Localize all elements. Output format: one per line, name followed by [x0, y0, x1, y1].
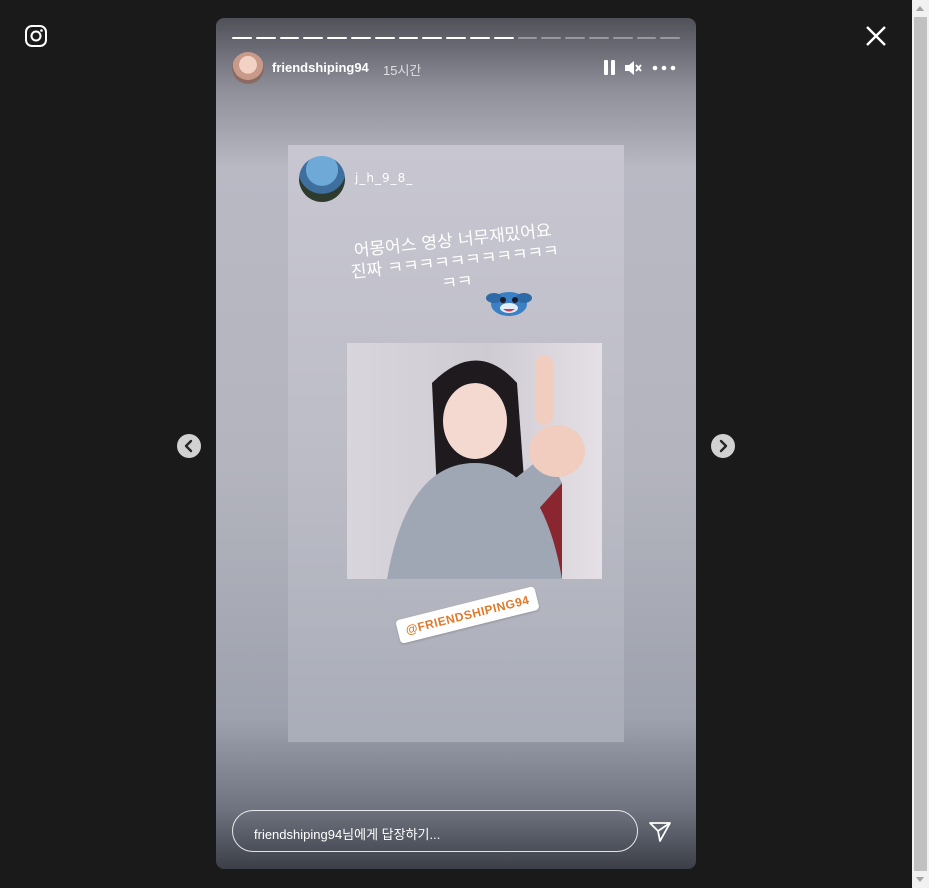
- progress-segment: [517, 37, 538, 39]
- progress-segment: [636, 37, 657, 39]
- pause-icon[interactable]: [602, 58, 618, 78]
- previous-story-button[interactable]: [177, 434, 201, 458]
- progress-segment: [374, 37, 395, 39]
- shared-post-caption: 어몽어스 영상 너무재밌어요 진짜 ㅋㅋㅋㅋㅋㅋㅋㅋㅋㅋㅋ ㅋㅋ: [337, 219, 572, 306]
- progress-segment: [327, 37, 347, 39]
- stitch-sticker-icon: [486, 292, 532, 316]
- progress-segment: [612, 37, 633, 39]
- more-icon[interactable]: [650, 58, 678, 78]
- progress-segment: [279, 37, 300, 39]
- shared-post-card[interactable]: j_h_9_8_ 어몽어스 영상 너무재밌어요 진짜 ㅋㅋㅋㅋㅋㅋㅋㅋㅋㅋㅋ ㅋ…: [288, 145, 624, 742]
- progress-segment: [255, 37, 276, 39]
- story-time-ago: 15시간: [383, 63, 422, 78]
- shared-post-avatar[interactable]: [299, 156, 345, 202]
- reply-input[interactable]: friendshiping94님에게 답장하기...: [232, 810, 638, 852]
- progress-segment: [493, 37, 514, 39]
- progress-segment: [398, 37, 419, 39]
- story-viewer[interactable]: friendshiping94 15시간 j_h_9_8_ 어몽어스 영상 너무…: [216, 18, 696, 869]
- progress-segment: [565, 37, 585, 39]
- chevron-left-icon: [184, 439, 193, 453]
- next-story-button[interactable]: [711, 434, 735, 458]
- progress-segment: [541, 37, 562, 39]
- mention-sticker[interactable]: @FRIENDSHIPING94: [395, 586, 540, 644]
- progress-segment: [446, 37, 466, 39]
- shared-post-photo: [347, 343, 602, 579]
- progress-segment: [232, 37, 252, 39]
- scroll-thumb[interactable]: [914, 17, 927, 871]
- story-username[interactable]: friendshiping94: [272, 60, 369, 75]
- progress-segment: [350, 37, 371, 39]
- close-icon[interactable]: [864, 24, 888, 48]
- scroll-down-arrow[interactable]: [916, 877, 924, 882]
- shared-post-username[interactable]: j_h_9_8_: [355, 171, 413, 185]
- story-progress-bar: [232, 37, 681, 39]
- progress-segment: [588, 37, 609, 39]
- mute-icon[interactable]: [623, 58, 643, 78]
- chevron-right-icon: [719, 439, 728, 453]
- reply-placeholder: friendshiping94님에게 답장하기...: [254, 827, 441, 842]
- progress-segment: [660, 37, 681, 39]
- progress-segment: [422, 37, 443, 39]
- send-icon[interactable]: [648, 819, 672, 843]
- avatar[interactable]: [232, 52, 264, 84]
- photo-illustration: [387, 355, 585, 579]
- page-scrollbar[interactable]: [912, 0, 929, 888]
- story-header: friendshiping94 15시간: [232, 52, 680, 84]
- instagram-icon[interactable]: [24, 24, 48, 48]
- progress-segment: [469, 37, 490, 39]
- progress-segment: [303, 37, 324, 39]
- scroll-up-arrow[interactable]: [916, 6, 924, 11]
